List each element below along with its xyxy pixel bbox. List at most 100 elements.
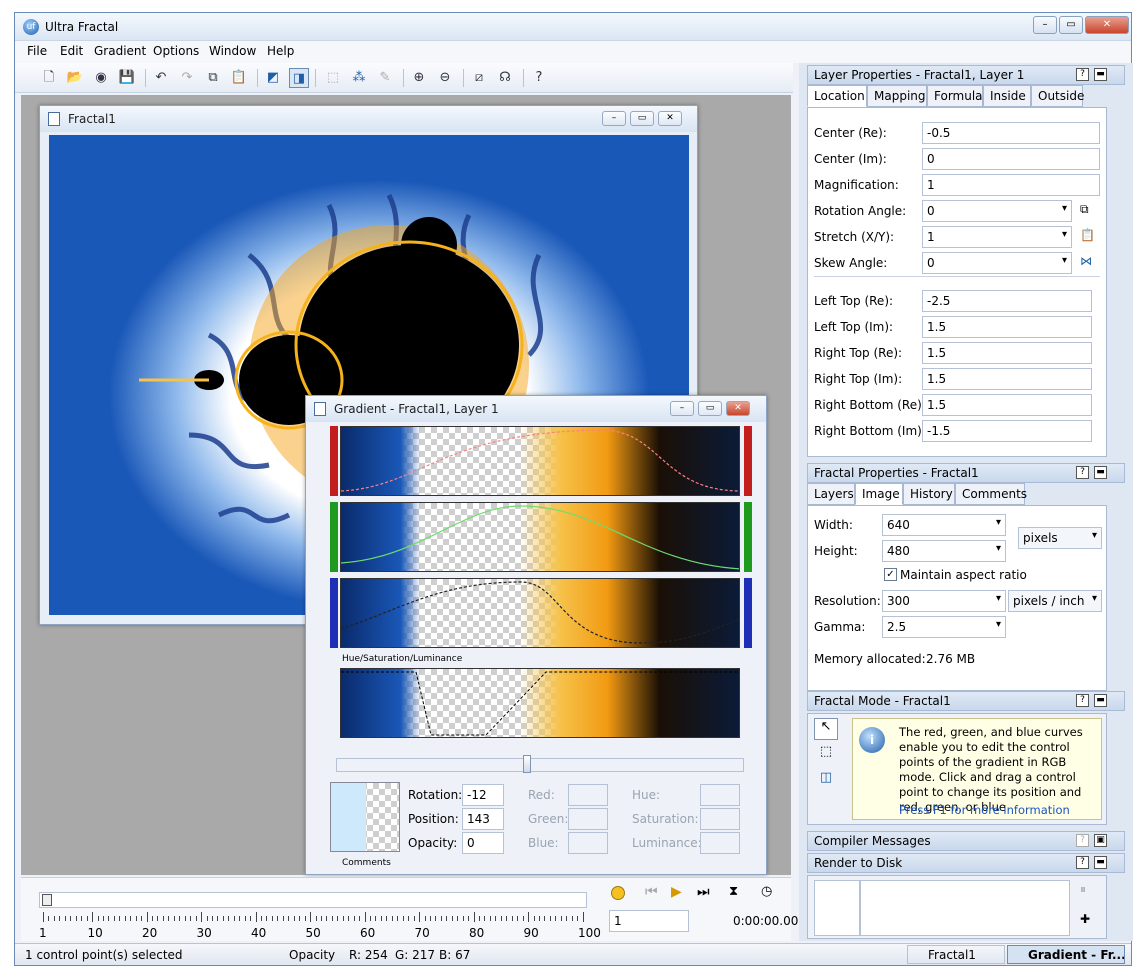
green-input[interactable] <box>568 808 608 830</box>
tab-outside[interactable]: Outside <box>1031 85 1084 107</box>
tab-inside[interactable]: Inside <box>983 85 1031 107</box>
title-bar[interactable]: uf Ultra Fractal – ▭ ✕ <box>15 13 1131 41</box>
green-curve-editor[interactable] <box>340 502 740 572</box>
corner-input[interactable]: -1.5 <box>922 420 1092 442</box>
red-curve-editor[interactable] <box>340 426 740 496</box>
help-icon[interactable]: ? <box>1076 856 1089 869</box>
location-input[interactable]: 1 <box>922 226 1072 248</box>
render-queue-details[interactable] <box>860 880 1070 936</box>
help-icon[interactable]: ? <box>529 68 549 88</box>
corner-input[interactable]: 1.5 <box>922 342 1092 364</box>
hue-input[interactable] <box>700 784 740 806</box>
tab-history[interactable]: History <box>903 483 955 505</box>
fractal-window-titlebar[interactable]: Fractal1 – ▭ ✕ <box>40 106 697 132</box>
menu-edit[interactable]: Edit <box>60 44 83 58</box>
gradient-window-titlebar[interactable]: Gradient - Fractal1, Layer 1 – ▭ ✕ <box>306 396 766 422</box>
render-icon[interactable]: ⧄ <box>469 68 489 88</box>
tab-formula[interactable]: Formula <box>927 85 983 107</box>
flip-icon[interactable]: ⋈ <box>1080 254 1092 268</box>
location-input[interactable]: 0 <box>922 200 1072 222</box>
render-queue-list[interactable] <box>814 880 860 936</box>
red-input[interactable] <box>568 784 608 806</box>
help-icon[interactable]: ? <box>1076 834 1089 847</box>
maximize-button[interactable]: ▭ <box>1059 16 1083 34</box>
record-icon[interactable] <box>611 886 625 900</box>
location-input[interactable]: 1 <box>922 174 1100 196</box>
fractal-mode-header[interactable]: Fractal Mode - Fractal1 ? ▬ <box>807 691 1125 711</box>
maintain-aspect-checkbox[interactable]: ✓ <box>884 568 897 581</box>
opacity-editor[interactable] <box>340 668 740 738</box>
pause-icon[interactable]: ⏸ <box>1080 882 1086 897</box>
collapse-icon[interactable]: ▬ <box>1094 466 1107 479</box>
menu-gradient[interactable]: Gradient <box>94 44 146 58</box>
corner-input[interactable]: -2.5 <box>922 290 1092 312</box>
blue-curve-editor[interactable] <box>340 578 740 648</box>
timeline-track[interactable] <box>39 892 587 908</box>
gradient-view-icon[interactable]: ◨ <box>289 68 309 88</box>
add-render-icon[interactable]: ✚ <box>1080 912 1090 926</box>
gradient-slider-track[interactable] <box>336 755 744 773</box>
pixel-tool-icon[interactable]: ⁂ <box>349 68 369 88</box>
help-link[interactable]: Press F1 for more information <box>899 803 1070 817</box>
paste-icon[interactable]: 📋 <box>1080 228 1095 242</box>
menu-window[interactable]: Window <box>209 44 256 58</box>
open-folder-icon[interactable]: 📂 <box>65 68 85 88</box>
close-button[interactable]: ✕ <box>1085 16 1129 34</box>
gamma-input[interactable]: 2.5 <box>882 616 1006 638</box>
units-dropdown[interactable]: pixels <box>1018 527 1102 549</box>
gradient-maximize-button[interactable]: ▭ <box>698 401 722 416</box>
timing-icon[interactable]: ◷ <box>761 884 772 899</box>
undo-icon[interactable]: ↶ <box>151 68 171 88</box>
blue-input[interactable] <box>568 832 608 854</box>
help-icon[interactable]: ? <box>1076 466 1089 479</box>
tab-mapping[interactable]: Mapping <box>867 85 927 107</box>
collapse-icon[interactable]: ▬ <box>1094 856 1107 869</box>
skip-back-icon[interactable]: ⏮ <box>645 884 658 900</box>
resolution-input[interactable]: 300 <box>882 590 1006 612</box>
help-icon[interactable]: ? <box>1076 68 1089 81</box>
new-file-icon[interactable]: 🗋 <box>39 68 59 88</box>
location-input[interactable]: 0 <box>922 148 1100 170</box>
opacity-input[interactable]: 0 <box>462 832 504 854</box>
width-input[interactable]: 640 <box>882 514 1006 536</box>
location-input[interactable]: -0.5 <box>922 122 1100 144</box>
keyframe-icon[interactable]: ⧗ <box>729 884 738 899</box>
task-gradient[interactable]: Gradient - Fr... <box>1007 945 1125 964</box>
compiler-messages-header[interactable]: Compiler Messages ? ▣ <box>807 831 1125 851</box>
render-to-disk-header[interactable]: Render to Disk ? ▬ <box>807 853 1125 873</box>
collapse-icon[interactable]: ▬ <box>1094 68 1107 81</box>
fractal-maximize-button[interactable]: ▭ <box>630 111 654 126</box>
menu-file[interactable]: File <box>27 44 47 58</box>
select-tool-icon[interactable]: ⬚ <box>323 68 343 88</box>
copy-icon[interactable]: ⧉ <box>1080 202 1089 217</box>
fractal-minimize-button[interactable]: – <box>602 111 626 126</box>
animation-icon[interactable]: ☊ <box>495 68 515 88</box>
pointer-tool-icon[interactable]: ↖ <box>814 718 838 740</box>
expand-icon[interactable]: ▣ <box>1094 834 1107 847</box>
zoom-out-icon[interactable]: ⊖ <box>435 68 455 88</box>
comments-section-label[interactable]: Comments <box>342 858 391 868</box>
minimize-button[interactable]: – <box>1033 16 1057 34</box>
play-icon[interactable]: ▶ <box>671 884 682 900</box>
fractal-properties-header[interactable]: Fractal Properties - Fractal1 ? ▬ <box>807 463 1125 483</box>
gradient-minimize-button[interactable]: – <box>670 401 694 416</box>
redo-icon[interactable]: ↷ <box>177 68 197 88</box>
save-icon[interactable]: 💾 <box>117 68 137 88</box>
position-input[interactable]: 143 <box>462 808 504 830</box>
height-input[interactable]: 480 <box>882 540 1006 562</box>
collapse-icon[interactable]: ▬ <box>1094 694 1107 707</box>
paste-icon[interactable]: 📋 <box>229 68 249 88</box>
timeline-thumb[interactable] <box>42 894 52 906</box>
zoom-in-icon[interactable]: ⊕ <box>409 68 429 88</box>
corner-input[interactable]: 1.5 <box>922 316 1092 338</box>
corner-input[interactable]: 1.5 <box>922 368 1092 390</box>
select-points-icon[interactable]: ⬚ <box>814 744 838 766</box>
corner-input[interactable]: 1.5 <box>922 394 1092 416</box>
frame-input[interactable]: 1 <box>609 910 689 932</box>
tab-image[interactable]: Image <box>855 483 903 505</box>
saturation-input[interactable] <box>700 808 740 830</box>
gradient-close-button[interactable]: ✕ <box>726 401 750 416</box>
luminance-input[interactable] <box>700 832 740 854</box>
tab-comments[interactable]: Comments <box>955 483 1027 505</box>
browse-icon[interactable]: ◉ <box>91 68 111 88</box>
